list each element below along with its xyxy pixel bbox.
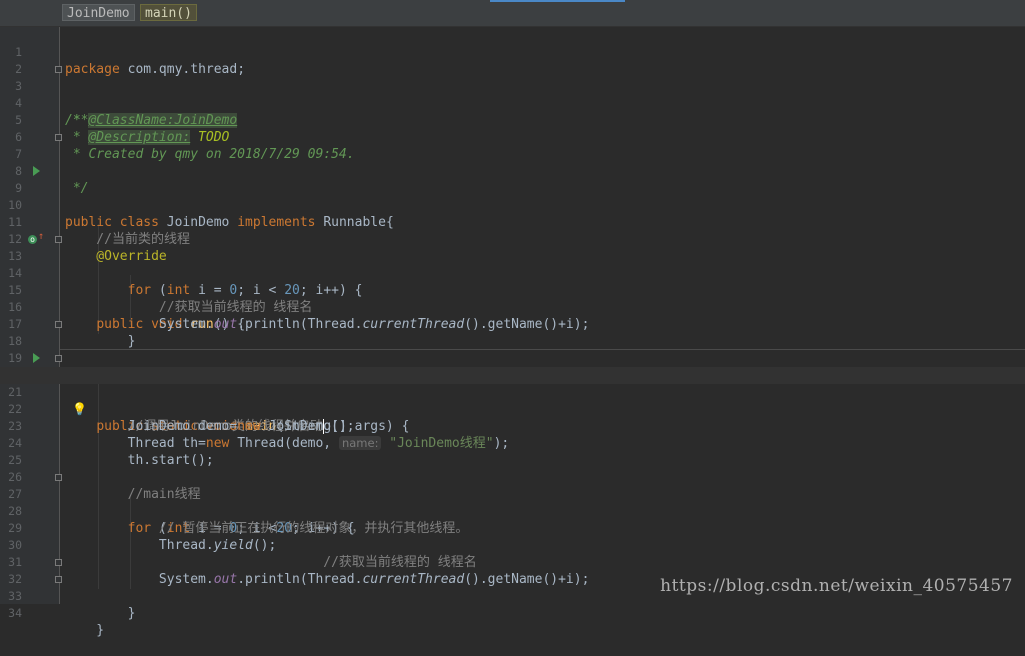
arrow-up-icon: ↑: [38, 231, 45, 242]
code-line: 11 //当前类的线程: [0, 197, 1025, 247]
run-icon[interactable]: [33, 353, 40, 363]
line-number: 34: [8, 606, 22, 620]
code-line: 28 // 暂停当前正在执行的线程对象，并执行其他线程。: [0, 486, 1025, 536]
code-line: 26 //main线程: [0, 452, 1025, 502]
breadcrumb-class[interactable]: JoinDemo: [62, 4, 135, 21]
code-line: 5 * @Description: TODO: [0, 95, 1025, 145]
code-line: 15 //获取当前线程的 线程名: [0, 265, 1025, 315]
fold-marker[interactable]: [55, 576, 62, 583]
run-icon[interactable]: [33, 166, 40, 176]
code-line: 6 * Created by qmy on 2018/7/29 09:54.: [0, 112, 1025, 162]
fold-marker[interactable]: [55, 559, 62, 566]
code-line: 4 * @ClassName:JoinDemo: [0, 78, 1025, 128]
override-icon[interactable]: o: [28, 235, 37, 244]
code-line: 12 @Override: [0, 214, 1025, 264]
breadcrumb-bar: JoinDemo main(): [0, 0, 1025, 27]
code-line: 8: [0, 146, 1025, 178]
breadcrumb-method[interactable]: main(): [140, 4, 197, 21]
code-line: 13 o ↑ public void run() {: [0, 231, 1025, 333]
fold-marker[interactable]: [55, 355, 62, 362]
code-line: 20 public static void main(String[] args…: [0, 350, 1025, 434]
code-line: 29 Thread.yield();: [0, 503, 1025, 553]
tab-accent-line: [490, 0, 625, 2]
watermark: https://blog.csdn.net/weixin_40575457: [660, 576, 1013, 596]
code-line: 25: [0, 435, 1025, 467]
code-line: 1 package com.qmy.thread;: [0, 27, 1025, 77]
code-line: 10: [0, 180, 1025, 212]
code-line: 3 /**: [0, 61, 1025, 128]
fold-marker[interactable]: [55, 236, 62, 243]
fold-marker[interactable]: [55, 134, 62, 141]
code-line: 22 JoinDemo demo=new JoinDemo();: [0, 384, 1025, 434]
code-line: 24 th.start();: [0, 418, 1025, 468]
code-line: 16 System.out.println(Thread.currentThre…: [0, 282, 1025, 332]
code-line: 7 */: [0, 129, 1025, 196]
code-line: 9 public class JoinDemo implements Runna…: [0, 163, 1025, 230]
code-line: 19: [0, 333, 1025, 365]
code-line: 23 Thread th=new Thread(demo, name: "Joi…: [0, 401, 1025, 451]
code-text: }: [65, 623, 105, 638]
code-editor[interactable]: 1 package com.qmy.thread; 2 3 /** 4 * @C…: [0, 27, 1025, 638]
fold-marker[interactable]: [55, 321, 62, 328]
code-line: 30 //获取当前线程的 线程名: [0, 520, 1025, 570]
code-text: }: [65, 606, 136, 621]
code-line: 17 }: [0, 299, 1025, 349]
code-line: 27 for (int i = 0; i <20; i++) {: [0, 469, 1025, 536]
code-line: 31 System.out.println(Thread.currentThre…: [0, 537, 1025, 587]
current-line: 21 💡 //调用JoinDemo类的线程并启动: [0, 367, 1025, 434]
fold-marker[interactable]: [55, 474, 62, 481]
code-line: 14 for (int i = 0; i < 20; i++) {: [0, 248, 1025, 298]
code-line: 18 }: [0, 316, 1025, 383]
fold-marker[interactable]: [55, 66, 62, 73]
code-line: 2: [0, 44, 1025, 76]
code-line: 32 }: [0, 554, 1025, 621]
